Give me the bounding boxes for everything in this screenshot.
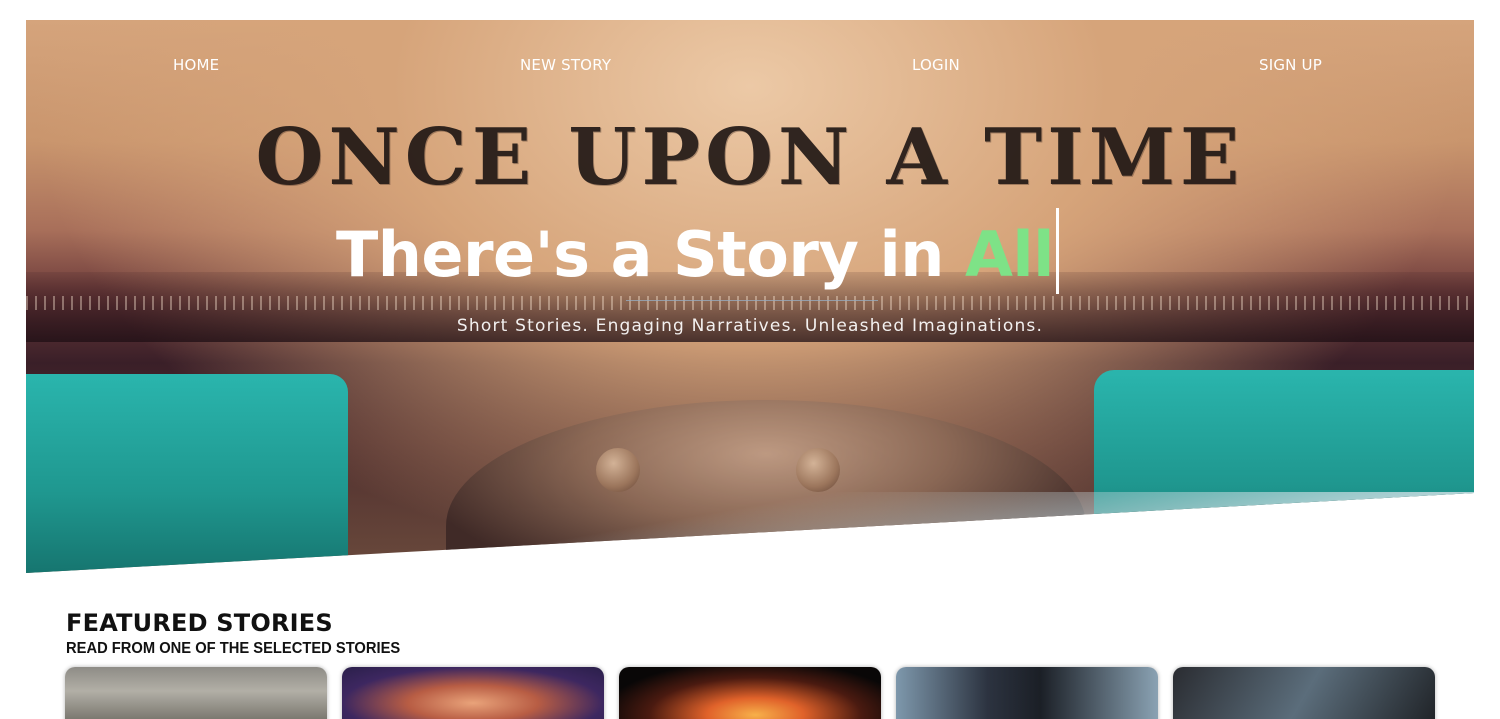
typewriter-scale	[26, 296, 1474, 310]
story-card[interactable]	[65, 667, 327, 719]
screw-icon	[796, 448, 840, 492]
featured-stories-subheading: READ FROM ONE OF THE SELECTED STORIES	[66, 640, 401, 657]
hero-headline: There's a Story in All	[336, 208, 1059, 294]
hero-banner: HOME NEW STORY LOGIN SIGN UP ONCE UPON A…	[26, 20, 1474, 573]
nav-new-story-link[interactable]: NEW STORY	[520, 56, 611, 74]
typewriter-mechanism	[446, 400, 1086, 573]
nav-login-link[interactable]: LOGIN	[912, 56, 960, 74]
nav-sign-up-link[interactable]: SIGN UP	[1259, 56, 1322, 74]
hero-bottom-fade	[26, 492, 1474, 573]
headline-divider	[626, 300, 878, 301]
nav-home-link[interactable]: HOME	[173, 56, 219, 74]
typewriter-paper-text: ONCE UPON A TIME	[255, 112, 1245, 203]
headline-accent-word: All	[964, 218, 1055, 291]
typewriter-body-right	[1094, 370, 1474, 560]
story-card[interactable]	[1173, 667, 1435, 719]
typing-caret	[1055, 208, 1059, 294]
story-card[interactable]	[342, 667, 604, 719]
headline-prefix: There's a Story in	[336, 218, 965, 291]
hero-tagline: Short Stories. Engaging Narratives. Unle…	[456, 316, 1044, 336]
screw-icon	[596, 448, 640, 492]
featured-stories-heading: FEATURED STORIES	[66, 609, 333, 637]
story-card[interactable]	[619, 667, 881, 719]
story-card[interactable]	[896, 667, 1158, 719]
featured-story-cards	[65, 667, 1435, 719]
